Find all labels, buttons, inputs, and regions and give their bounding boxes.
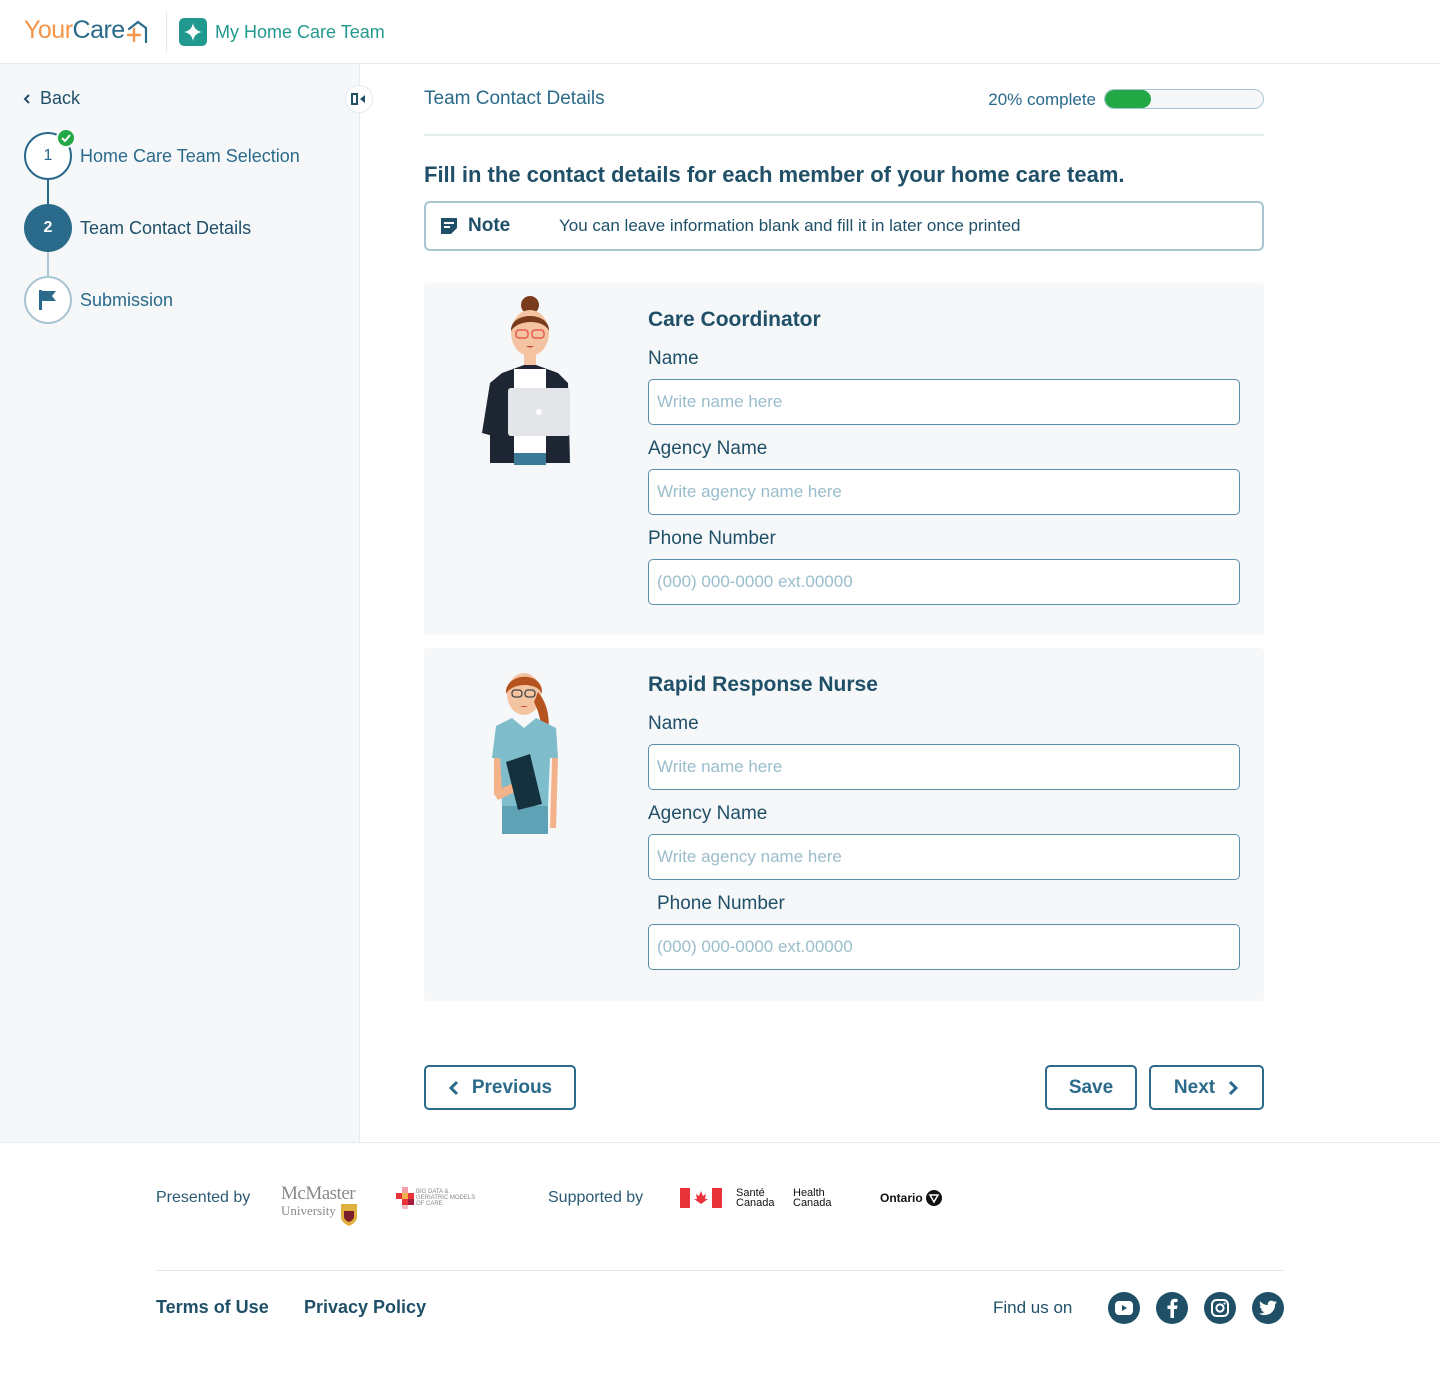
name-label: Name	[648, 713, 699, 734]
step-connector	[47, 252, 49, 276]
care-coordinator-agency-input[interactable]	[648, 469, 1240, 515]
app-name[interactable]: My Home Care Team	[215, 22, 385, 43]
note-label: Note	[468, 215, 511, 236]
canada-flag-icon	[680, 1188, 722, 1208]
step-team-contact-details[interactable]: 2 Team Contact Details	[24, 204, 251, 252]
ontario-logo[interactable]: Ontario	[880, 1190, 942, 1206]
mcmaster-crest-icon	[340, 1204, 357, 1226]
logo-your: Your	[24, 16, 73, 44]
collapse-sidebar-icon	[351, 93, 365, 105]
youtube-icon	[1115, 1301, 1133, 1315]
yourcare-logo[interactable]: Your Care	[24, 16, 148, 45]
privacy-policy-link[interactable]: Privacy Policy	[304, 1297, 426, 1318]
step-label: Home Care Team Selection	[80, 145, 300, 166]
check-icon	[56, 128, 76, 148]
save-button[interactable]: Save	[1045, 1065, 1137, 1110]
progress-bar	[1104, 89, 1264, 109]
role-title: Rapid Response Nurse	[648, 673, 878, 696]
care-coordinator-card: Care Coordinator Name Agency Name Phone …	[424, 283, 1264, 635]
instagram-icon	[1211, 1299, 1229, 1317]
instagram-link[interactable]	[1204, 1292, 1236, 1324]
bigdata-line: OF CARE	[416, 1201, 443, 1207]
step-label: Team Contact Details	[80, 217, 252, 238]
note-box: Note You can leave information blank and…	[424, 201, 1264, 251]
sante-line: Canada	[736, 1197, 775, 1209]
previous-button[interactable]: Previous	[424, 1065, 576, 1110]
trillium-icon	[925, 1190, 942, 1206]
twitter-icon	[1259, 1300, 1277, 1316]
flag-icon	[39, 290, 56, 310]
step-label: Submission	[80, 289, 174, 310]
ontario-text: Ontario	[880, 1191, 923, 1205]
header-divider	[166, 12, 167, 52]
previous-label: Previous	[471, 1076, 553, 1098]
health-line: Canada	[793, 1197, 832, 1209]
house-plus-icon	[126, 20, 147, 43]
next-label: Next	[1173, 1076, 1216, 1098]
care-coordinator-fields: Care Coordinator Name Agency Name Phone …	[648, 307, 1240, 616]
mcmaster-logo[interactable]: McMaster University	[281, 1183, 361, 1233]
nurse-agency-input[interactable]	[648, 834, 1240, 880]
youtube-link[interactable]	[1108, 1292, 1140, 1324]
footer: Presented by McMaster University BIG DAT…	[0, 1142, 1440, 1391]
save-label: Save	[1068, 1076, 1114, 1098]
rapid-response-nurse-card: Rapid Response Nurse Name Agency Name Ph…	[424, 648, 1264, 1001]
care-coordinator-name-input[interactable]	[648, 379, 1240, 425]
step-home-care-team-selection[interactable]: 1 Home Care Team Selection	[24, 128, 300, 180]
step-number: 2	[43, 219, 53, 236]
bigdata-mark-icon	[396, 1187, 414, 1209]
agency-name-label: Agency Name	[648, 803, 768, 824]
top-bar: Your Care My Home Care Team	[0, 0, 1440, 64]
supported-by-label: Supported by	[548, 1189, 644, 1206]
twitter-link[interactable]	[1252, 1292, 1284, 1324]
logo-care: Care	[72, 16, 126, 44]
nurse-fields: Rapid Response Nurse Name Agency Name Ph…	[648, 672, 1240, 981]
page-header: Team Contact Details 20% complete	[424, 88, 1264, 136]
step-number: 1	[43, 147, 53, 164]
sidebar: Back 1 Home Care Team Selection 2 Team C…	[0, 64, 373, 1142]
name-label: Name	[648, 348, 699, 369]
page-title: Team Contact Details	[424, 88, 605, 109]
health-canada-text: Health Canada	[793, 1188, 832, 1209]
phone-number-label: Phone Number	[648, 528, 776, 549]
chevron-right-icon	[1229, 1080, 1239, 1095]
step-circle	[24, 276, 72, 324]
role-title: Care Coordinator	[648, 308, 821, 331]
step-circle: 2	[24, 204, 72, 252]
footer-divider	[156, 1270, 1284, 1271]
note-text: You can leave information blank and fill…	[559, 216, 1021, 235]
progress-fill	[1105, 90, 1151, 108]
step-circle: 1	[24, 128, 76, 180]
facebook-link[interactable]	[1156, 1292, 1188, 1324]
phone-number-label: Phone Number	[657, 893, 785, 914]
sante-canada-text: Santé Canada	[736, 1188, 775, 1209]
bigdata-logo[interactable]: BIG DATA & GERIATRIC MODELS OF CARE	[396, 1186, 486, 1210]
back-label: Back	[40, 88, 81, 108]
terms-of-use-link[interactable]: Terms of Use	[156, 1297, 269, 1318]
chevron-left-icon	[448, 1080, 458, 1095]
mcmaster-name: McMaster	[281, 1183, 356, 1204]
step-submission[interactable]: Submission	[24, 276, 173, 324]
agency-name-label: Agency Name	[648, 438, 768, 459]
nurse-illustration	[492, 673, 558, 834]
collapse-sidebar-button[interactable]	[345, 85, 373, 113]
nurse-phone-input[interactable]	[648, 924, 1240, 970]
mcmaster-university: University	[281, 1203, 336, 1218]
back-link[interactable]: Back	[22, 88, 80, 109]
next-button[interactable]: Next	[1149, 1065, 1264, 1110]
nurse-name-input[interactable]	[648, 744, 1240, 790]
chevron-left-icon	[23, 93, 30, 104]
progress-label: 20% complete	[988, 90, 1096, 109]
sparkle-icon	[179, 18, 207, 46]
presented-by-label: Presented by	[156, 1189, 251, 1206]
instructions-heading: Fill in the contact details for each mem…	[424, 162, 1125, 187]
care-coordinator-phone-input[interactable]	[648, 559, 1240, 605]
step-connector	[47, 180, 49, 204]
note-icon	[441, 218, 457, 234]
find-us-label: Find us on	[993, 1298, 1073, 1317]
facebook-icon	[1167, 1298, 1178, 1318]
care-coordinator-illustration	[482, 296, 570, 465]
